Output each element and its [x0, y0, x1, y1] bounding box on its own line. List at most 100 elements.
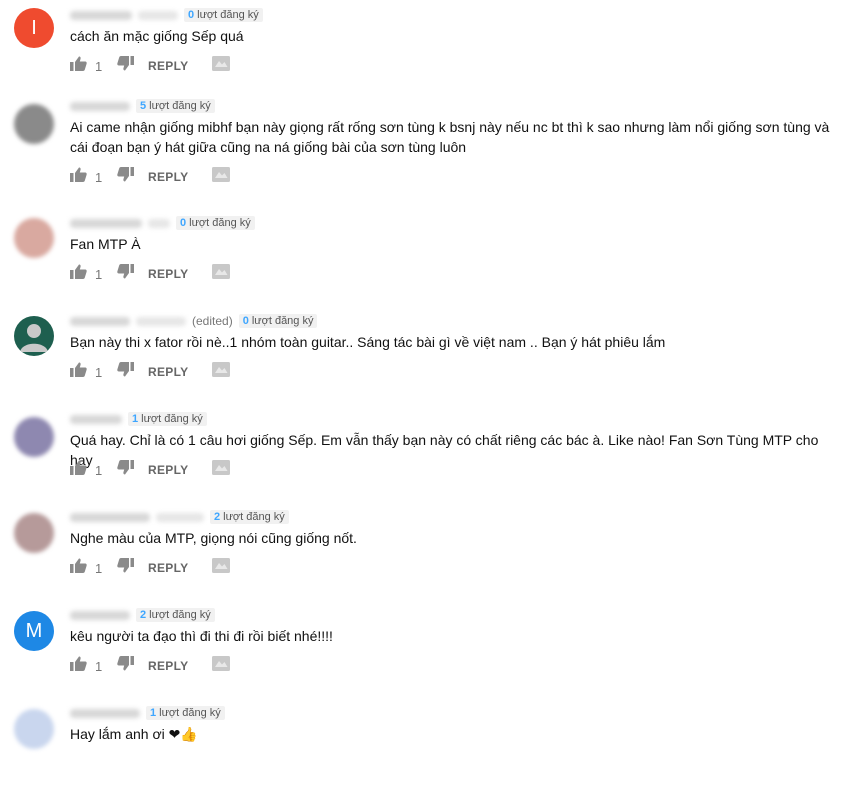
comment-text: Hay lắm anh ơi ❤👍 [70, 726, 198, 742]
subscriber-label: lượt đăng ký [197, 9, 259, 21]
author-name-blurred[interactable] [70, 101, 130, 111]
thumbs-up-icon[interactable] [70, 264, 87, 284]
comment-item: 5 lượt đăng ký Ai came nhận giống mibhf bạ… [0, 99, 851, 199]
thumbs-up-icon[interactable] [70, 167, 87, 187]
author-name-blurred[interactable] [70, 708, 140, 718]
thumbs-down-icon[interactable] [117, 167, 134, 187]
subscriber-label: lượt đăng ký [251, 315, 314, 327]
like-count: 1 [95, 658, 103, 674]
comment-item: 1 lượt đăng ký Quá hay. Chỉ là có 1 câu hơ… [0, 412, 851, 492]
reply-button[interactable]: REPLY [148, 365, 188, 379]
reply-button[interactable]: REPLY [148, 170, 188, 184]
thumbs-up-icon[interactable] [70, 558, 87, 578]
subscriber-count: 2 [140, 609, 147, 621]
comment-actions: 1 REPLY [70, 56, 231, 76]
subscriber-badge: 2 lượt đăng ký [210, 510, 289, 524]
author-row: 5 lượt đăng ký [70, 99, 215, 113]
like-count: 1 [95, 58, 103, 74]
subscriber-count: 1 [132, 413, 139, 425]
avatar[interactable] [14, 316, 54, 356]
thumbs-down-icon[interactable] [117, 56, 134, 76]
author-name-blurred[interactable] [70, 414, 122, 424]
author-name-blurred[interactable] [70, 512, 150, 522]
reply-button[interactable]: REPLY [148, 267, 188, 281]
avatar[interactable]: I [14, 8, 54, 48]
comment-item: M 2 lượt đăng ký kêu người ta đạo thì đi th… [0, 608, 851, 688]
comment-item: 0 lượt đăng ký Fan MTP À 1 REPLY [0, 216, 851, 296]
avatar[interactable] [14, 417, 54, 457]
report-flag-icon[interactable] [212, 56, 231, 76]
like-count: 1 [95, 266, 103, 282]
thumbs-down-icon[interactable] [117, 656, 134, 676]
author-row: 2 lượt đăng ký [70, 510, 289, 524]
thumbs-up-icon[interactable] [70, 460, 87, 480]
reply-button[interactable]: REPLY [148, 463, 188, 477]
avatar[interactable]: M [14, 611, 54, 651]
thumbs-down-icon[interactable] [117, 460, 134, 480]
report-flag-icon[interactable] [212, 460, 231, 480]
subscriber-count: 0 [188, 9, 195, 21]
comment-actions: 1 REPLY [70, 264, 231, 284]
subscriber-count: 5 [140, 100, 147, 112]
thumbs-down-icon[interactable] [117, 264, 134, 284]
subscriber-label: lượt đăng ký [149, 609, 211, 621]
comment-item: 1 lượt đăng ký Hay lắm anh ơi ❤👍 [0, 706, 851, 786]
like-count: 1 [95, 364, 103, 380]
subscriber-count: 0 [242, 315, 249, 327]
reply-button[interactable]: REPLY [148, 659, 188, 673]
author-row: 0 lượt đăng ký [70, 216, 255, 230]
default-user-icon [20, 324, 48, 352]
subscriber-label: lượt đăng ký [223, 511, 285, 523]
author-row: 1 lượt đăng ký [70, 412, 207, 426]
report-flag-icon[interactable] [212, 167, 231, 187]
comment-actions: 1 REPLY [70, 167, 231, 187]
timestamp-blurred [148, 218, 170, 228]
comment-text: cách ăn mặc giống Sếp quá [70, 28, 244, 44]
subscriber-label: lượt đăng ký [141, 413, 203, 425]
comment-actions: 1 REPLY [70, 460, 231, 480]
thumbs-up-icon[interactable] [70, 56, 87, 76]
subscriber-badge: 2 lượt đăng ký [136, 608, 215, 622]
like-count: 1 [95, 462, 103, 478]
timestamp-blurred [138, 10, 178, 20]
comment-text: kêu người ta đạo thì đi thi đi rồi biết … [70, 628, 333, 644]
author-row: 2 lượt đăng ký [70, 608, 215, 622]
thumbs-down-icon[interactable] [117, 558, 134, 578]
subscriber-badge: 0 lượt đăng ký [184, 8, 263, 22]
comments-section: I 0 lượt đăng ký cách ăn mặc giống Sếp quá 1… [0, 0, 851, 762]
subscriber-count: 2 [214, 511, 221, 523]
thumbs-up-icon[interactable] [70, 362, 87, 382]
thumbs-down-icon[interactable] [117, 362, 134, 382]
subscriber-count: 1 [150, 707, 157, 719]
author-name-blurred[interactable] [70, 610, 130, 620]
reply-button[interactable]: REPLY [148, 561, 188, 575]
avatar[interactable] [14, 218, 54, 258]
subscriber-badge: 5 lượt đăng ký [136, 99, 215, 113]
avatar-letter: M [25, 619, 43, 642]
author-row: (edited) 0 lượt đăng ký [70, 314, 318, 328]
comment-actions: 1 REPLY [70, 362, 231, 382]
comment-item: 2 lượt đăng ký Nghe màu của MTP, giọng nói… [0, 510, 851, 590]
reply-button[interactable]: REPLY [148, 59, 188, 73]
comment-text: Ai came nhận giống mibhf bạn này giọng r… [70, 119, 830, 155]
comment-text: Fan MTP À [70, 236, 141, 252]
like-count: 1 [95, 169, 103, 185]
subscriber-badge: 0 lượt đăng ký [176, 216, 255, 230]
avatar[interactable] [14, 104, 54, 144]
subscriber-badge: 1 lượt đăng ký [128, 412, 207, 426]
report-flag-icon[interactable] [212, 362, 231, 382]
report-flag-icon[interactable] [212, 558, 231, 578]
report-flag-icon[interactable] [212, 264, 231, 284]
author-name-blurred[interactable] [70, 316, 130, 326]
report-flag-icon[interactable] [212, 656, 231, 676]
comment-actions: 1 REPLY [70, 558, 231, 578]
thumbs-up-icon[interactable] [70, 656, 87, 676]
like-count: 1 [95, 560, 103, 576]
avatar[interactable] [14, 513, 54, 553]
avatar[interactable] [14, 709, 54, 749]
subscriber-label: lượt đăng ký [149, 100, 211, 112]
comment-text: Bạn này thi x fator rồi nè..1 nhóm toàn … [70, 334, 666, 350]
author-name-blurred[interactable] [70, 218, 142, 228]
author-name-blurred[interactable] [70, 10, 132, 20]
comment-item: (edited) 0 lượt đăng ký Bạn này thi x fator… [0, 314, 851, 394]
